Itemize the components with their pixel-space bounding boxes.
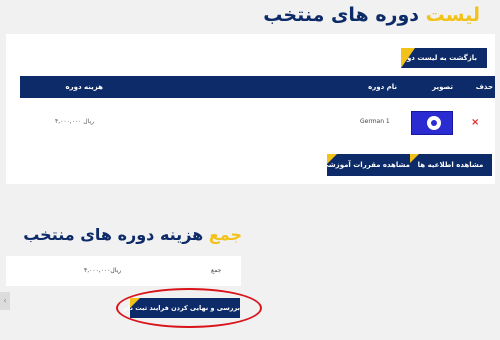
finalize-registration-label: بررسی و نهایی کردن فرایند ثبت نام xyxy=(123,304,240,312)
course-name[interactable]: German 1 xyxy=(360,118,390,125)
column-header-delete: حذف xyxy=(475,83,493,91)
summary-title-main: هزینه دوره های منتخب xyxy=(23,225,204,244)
button-corner-accent xyxy=(327,154,337,164)
finalize-registration-button[interactable]: بررسی و نهایی کردن فرایند ثبت نام xyxy=(123,298,240,318)
page-title-main: دوره های منتخب xyxy=(263,4,420,26)
page-title: لیست دوره های منتخب xyxy=(263,2,480,28)
table-header: حذف تصویر نام دوره هزینه دوره xyxy=(20,76,495,98)
chevron-left-icon: ‹ xyxy=(3,296,7,305)
back-to-courses-button[interactable]: بازگشت به لیست دوره ها xyxy=(401,48,487,68)
view-rules-button[interactable]: مشاهده مقررات آموزشی xyxy=(322,154,410,176)
delete-icon[interactable]: × xyxy=(471,118,479,128)
summary-title-accent: جمع xyxy=(208,225,242,244)
column-header-cost: هزینه دوره xyxy=(65,83,103,91)
view-announcements-label: مشاهده اطلاعیه ها xyxy=(417,161,484,169)
page-title-accent: لیست xyxy=(425,4,480,26)
button-corner-accent xyxy=(409,154,419,164)
course-thumbnail xyxy=(411,111,453,135)
button-corner-accent xyxy=(130,298,140,308)
table-row: × German 1 ۴,۰۰۰,۰۰۰ ریال xyxy=(20,106,495,140)
scroll-top-button[interactable]: ‹ xyxy=(0,292,10,310)
column-header-name: نام دوره xyxy=(368,83,397,91)
summary-title: جمع هزینه دوره های منتخب xyxy=(23,224,242,246)
course-price: ۴,۰۰۰,۰۰۰ ریال xyxy=(55,118,95,125)
view-announcements-button[interactable]: مشاهده اطلاعیه ها xyxy=(409,154,492,176)
summary-value: ۴,۰۰۰,۰۰۰ریال xyxy=(84,267,122,274)
selected-courses-panel: بازگشت به لیست دوره ها حذف تصویر نام دور… xyxy=(6,34,495,184)
column-header-image: تصویر xyxy=(432,83,453,91)
button-corner-accent xyxy=(401,48,415,68)
course-logo-icon xyxy=(427,116,441,130)
summary-box: جمع ۴,۰۰۰,۰۰۰ریال xyxy=(6,256,241,286)
summary-label: جمع xyxy=(211,267,222,274)
